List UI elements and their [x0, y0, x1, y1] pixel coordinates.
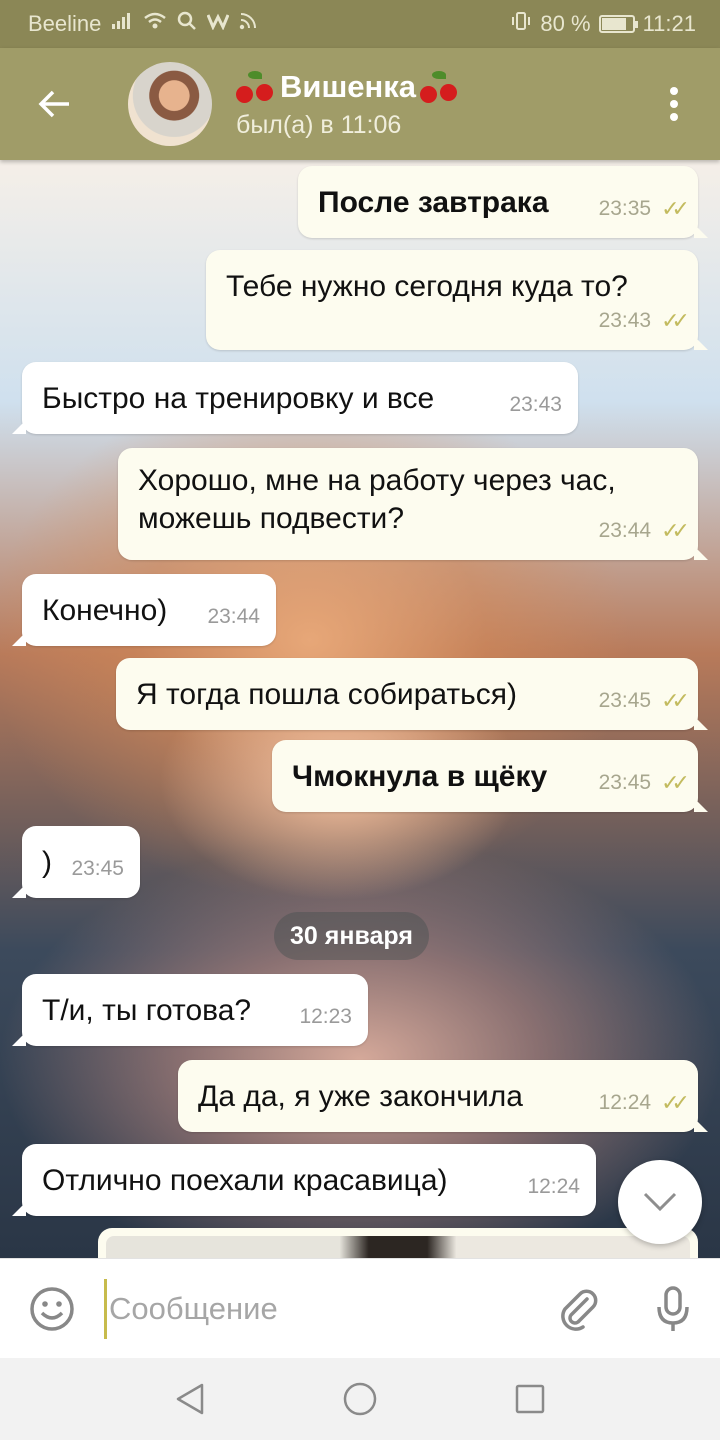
message-text: После завтрака [318, 186, 549, 219]
chevron-down-icon [643, 1192, 677, 1212]
message-meta: 23:35 ✓✓ [598, 190, 690, 228]
nav-recent-button[interactable] [500, 1369, 560, 1429]
message-time: 12:23 [299, 1005, 352, 1028]
double-check-icon: ✓✓ [661, 196, 690, 221]
message-bubble-in[interactable]: Быстро на тренировку и все 23:43 [12, 362, 578, 434]
message-time: 23:43 [598, 309, 652, 332]
status-right: 80 % 11:21 [510, 11, 696, 37]
cherry-icon [236, 70, 276, 103]
message-bubble-out[interactable]: Чмокнула в щёку 23:45 ✓✓ [272, 740, 708, 812]
system-nav-bar [0, 1358, 720, 1440]
arrow-left-icon [38, 90, 69, 118]
message-input[interactable] [104, 1278, 532, 1339]
message-time: 12:24 [527, 1175, 580, 1198]
message-meta: 23:43 [509, 386, 562, 424]
double-check-icon: ✓✓ [661, 770, 690, 795]
message-meta: 23:45 [71, 850, 124, 888]
message-text: Я тогда пошла собираться) [136, 678, 518, 711]
message-text: Отлично поехали красавица) [42, 1164, 448, 1197]
message-time: 23:45 [598, 771, 652, 794]
scroll-down-button[interactable] [618, 1160, 702, 1244]
message-bubble-out[interactable]: Хорошо, мне на работу через час, можешь … [118, 448, 708, 560]
message-meta: 23:45 ✓✓ [598, 682, 690, 720]
chat-header: Вишенка был(а) в 11:06 [0, 48, 720, 160]
nav-home-button[interactable] [330, 1369, 390, 1429]
message-bubble-out[interactable]: Тебе нужно сегодня куда то? 23:43 ✓✓ [206, 250, 708, 350]
app-w-icon [207, 12, 230, 36]
message-bubble-in[interactable]: Конечно) 23:44 [12, 574, 276, 646]
message-time: 23:43 [509, 393, 562, 416]
message-bubble-out[interactable]: Я тогда пошла собираться) 23:45 ✓✓ [116, 658, 708, 730]
circle-home-icon [343, 1382, 377, 1416]
rss-icon [239, 12, 257, 36]
message-time: 23:35 [598, 197, 652, 220]
avatar[interactable] [128, 62, 212, 146]
microphone-button[interactable] [626, 1259, 720, 1359]
emoji-button[interactable] [0, 1259, 104, 1359]
message-text: Конечно) [42, 594, 168, 627]
battery-percent: 80 % [540, 11, 591, 36]
message-time: 12:24 [598, 1091, 652, 1114]
wifi-icon [143, 12, 167, 36]
message-bubble-in[interactable]: Т/и, ты готова? 12:23 [12, 974, 368, 1046]
chat-title-block[interactable]: Вишенка был(а) в 11:06 [236, 69, 460, 140]
nav-back-button[interactable] [160, 1369, 220, 1429]
back-button[interactable] [0, 48, 110, 160]
status-bar: Beeline 80 % 11:21 [0, 0, 720, 48]
message-text: Быстро на тренировку и все [42, 382, 435, 415]
double-check-icon: ✓✓ [661, 1090, 690, 1115]
message-time: 23:44 [598, 519, 652, 542]
square-recent-icon [515, 1384, 545, 1414]
date-separator: 30 января [274, 912, 429, 960]
carrier-label: Beeline [28, 11, 102, 36]
triangle-back-icon [176, 1383, 204, 1415]
double-check-icon: ✓✓ [661, 688, 690, 713]
vibrate-icon [510, 11, 532, 37]
message-input-bar [0, 1258, 720, 1358]
message-time: 23:45 [71, 857, 124, 880]
contact-name: Вишенка [280, 68, 417, 104]
battery-icon [598, 15, 638, 33]
message-meta: 12:23 [299, 998, 352, 1036]
smile-icon [30, 1286, 74, 1331]
last-seen: был(а) в 11:06 [236, 110, 402, 139]
message-bubble-in[interactable]: ) 23:45 [12, 826, 140, 898]
signal-icon [111, 12, 133, 36]
chat-area[interactable]: После завтрака 23:35 ✓✓ Тебе нужно сегодн… [0, 160, 720, 1258]
paperclip-icon [561, 1289, 598, 1331]
message-text: Да да, я уже закончила [198, 1080, 523, 1113]
message-meta: 23:44 [207, 598, 260, 636]
cherry-icon [420, 70, 460, 103]
chat-title: Вишенка [236, 69, 460, 105]
message-text: Чмокнула в щёку [292, 760, 548, 793]
message-time: 23:44 [207, 605, 260, 628]
message-meta: 23:44 ✓✓ [598, 512, 690, 550]
message-meta: 23:43 ✓✓ [598, 302, 690, 340]
message-meta: 12:24 ✓✓ [598, 1084, 690, 1122]
photo-image [106, 1236, 690, 1258]
message-time: 23:45 [598, 689, 652, 712]
message-text: Тебе нужно сегодня куда то? [226, 270, 628, 303]
search-icon [177, 11, 197, 37]
more-vertical-icon [670, 87, 678, 121]
clock: 11:21 [642, 11, 696, 36]
photo-message-preview[interactable] [98, 1228, 698, 1258]
message-meta: 23:45 ✓✓ [598, 764, 690, 802]
status-left: Beeline [28, 11, 257, 37]
double-check-icon: ✓✓ [661, 518, 690, 543]
message-meta: 12:24 [527, 1168, 580, 1206]
message-bubble-out[interactable]: После завтрака 23:35 ✓✓ [298, 166, 708, 238]
message-text: ) [42, 846, 52, 879]
attach-button[interactable] [532, 1259, 626, 1359]
more-menu-button[interactable] [628, 48, 720, 160]
message-text: Хорошо, мне на работу через час, можешь … [138, 464, 616, 535]
battery-fill [601, 18, 626, 30]
double-check-icon: ✓✓ [661, 308, 690, 333]
message-bubble-out[interactable]: Да да, я уже закончила 12:24 ✓✓ [178, 1060, 708, 1132]
message-text: Т/и, ты готова? [42, 994, 252, 1027]
microphone-icon [657, 1285, 689, 1331]
message-bubble-in[interactable]: Отлично поехали красавица) 12:24 [12, 1144, 596, 1216]
